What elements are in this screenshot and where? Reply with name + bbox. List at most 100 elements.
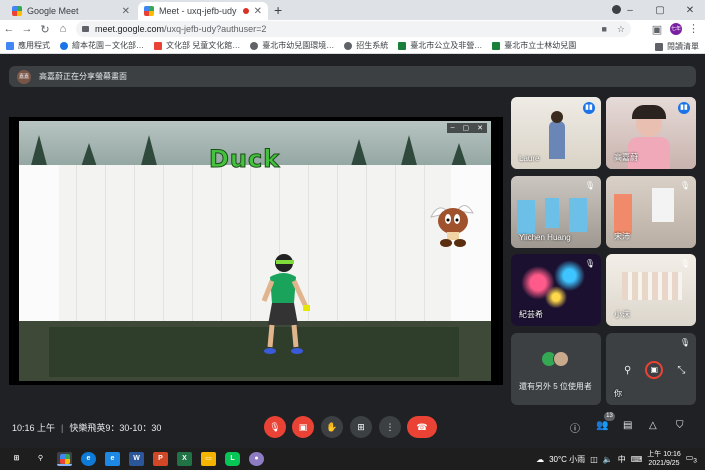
app-icon[interactable]: ● — [249, 452, 264, 466]
camera-toggle-button[interactable]: ▣ — [292, 416, 314, 438]
bookmark-item[interactable]: 招生系統 — [344, 40, 388, 51]
chrome-menu-icon[interactable]: ⋮ — [688, 22, 699, 35]
search-icon[interactable]: ⚲ — [33, 452, 48, 466]
ie-icon[interactable]: e — [105, 452, 120, 466]
globe-icon — [344, 41, 353, 50]
reading-list-button[interactable]: 閱讀清單 — [655, 41, 699, 52]
bookmark-item[interactable]: 臺北市立士林幼兒園 — [492, 40, 576, 51]
chat-icon[interactable]: ▤ — [623, 420, 632, 431]
new-tab-button[interactable]: + — [274, 2, 282, 18]
leave-call-button[interactable]: ☎ — [407, 416, 437, 438]
home-icon[interactable]: ⌂ — [54, 23, 72, 35]
word-icon[interactable]: W — [129, 452, 144, 466]
participant-tile[interactable]: 🎙 Yiichen Huang — [511, 176, 601, 248]
chrome-icon[interactable] — [57, 452, 72, 466]
raise-hand-button[interactable]: ✋ — [321, 416, 343, 438]
minimize-tile-icon[interactable]: ⤡ — [677, 365, 685, 376]
shared-video: Duck – ▢ ✕ — [19, 121, 491, 381]
clock-time: 上午 10:16 — [647, 451, 681, 458]
right-wall — [451, 165, 491, 345]
participant-name: 小沫 — [614, 310, 630, 319]
youtube-icon — [154, 41, 162, 50]
participant-name: 宋沛 — [614, 232, 630, 241]
bookmark-item[interactable]: 臺北市公立及非營… — [398, 40, 482, 51]
participant-tile[interactable]: 🎙 宋沛 — [606, 176, 696, 248]
tab-close-icon[interactable]: ✕ — [122, 6, 130, 17]
player-close-icon[interactable]: ✕ — [477, 124, 483, 132]
weather-text[interactable]: 30°C 小雨 — [549, 454, 585, 465]
people-icon[interactable]: 👥 — [596, 420, 608, 431]
site-favicon-icon — [492, 41, 501, 50]
mic-off-icon: 🎙 — [679, 338, 690, 347]
participant-tile[interactable]: ▮▮ 高嘉蔚 — [606, 97, 696, 169]
lock-icon[interactable] — [82, 26, 89, 32]
line-icon[interactable]: L — [225, 452, 240, 466]
clock[interactable]: 上午 10:16 2021/9/25 — [647, 450, 680, 468]
player-maximize-icon[interactable]: ▢ — [463, 124, 470, 132]
file-explorer-icon[interactable]: ▭ — [201, 452, 216, 466]
profile-avatar[interactable]: 七年 — [670, 23, 682, 35]
bookmark-label: 文化部 兒童文化館… — [166, 41, 241, 50]
meeting-controls-bar: 10:16 上午 | 快樂飛英9：30-10：30 🎙 ▣ ✋ ⊞ ⋮ ☎ ⓘ 👥 … — [0, 404, 705, 448]
participant-name: 你 — [614, 389, 622, 398]
self-tile[interactable]: 🎙 ⚲ ▣ ⤡ 你 — [606, 333, 696, 405]
network-icon[interactable]: ◫ — [590, 455, 598, 464]
bookmark-item[interactable]: 臺北市幼兒園環境… — [250, 40, 334, 51]
bookmark-item[interactable]: 文化部 兒童文化館… — [154, 40, 240, 51]
present-button[interactable]: ⊞ — [350, 416, 372, 438]
tab-title: Google Meet — [27, 6, 79, 16]
player-window-controls: – ▢ ✕ — [446, 123, 487, 133]
excel-icon[interactable]: X — [177, 452, 192, 466]
volume-icon[interactable]: 🔈 — [603, 455, 613, 464]
participant-tile[interactable]: ▮▮ Laure — [511, 97, 601, 169]
more-participants-tile[interactable]: 還有另外 5 位使用者 — [511, 333, 601, 405]
forward-icon[interactable]: → — [18, 23, 36, 35]
maximize-button[interactable]: ▢ — [645, 5, 675, 16]
keyboard-icon[interactable]: ⌨ — [631, 455, 643, 464]
edge-icon[interactable]: e — [81, 452, 96, 466]
goomba-character-icon — [430, 205, 474, 247]
mic-off-icon: 🎙 — [584, 259, 595, 268]
activities-icon[interactable]: △ — [649, 420, 657, 431]
more-options-button[interactable]: ⋮ — [379, 416, 401, 438]
weather-icon: ☁ — [536, 454, 545, 464]
address-bar[interactable]: meet.google.com /uxq-jefb-udy?authuser=2… — [76, 21, 631, 37]
camera-off-icon[interactable]: ▣ — [645, 361, 664, 379]
camera-in-use-icon[interactable]: ■ — [601, 24, 606, 35]
presenting-text: 高嘉蔚正在分享螢幕畫面 — [39, 72, 127, 81]
meeting-details-icon[interactable]: ⓘ — [570, 420, 580, 435]
windows-start-icon[interactable]: ⊞ — [9, 452, 24, 466]
participant-tile[interactable]: 🎙 小沫 — [606, 254, 696, 326]
notification-icon[interactable]: ▭3 — [686, 453, 697, 465]
player-minimize-icon[interactable]: – — [451, 124, 455, 132]
presentation-stage[interactable]: Duck – ▢ ✕ — [9, 117, 503, 385]
ime-indicator[interactable]: 中 — [618, 454, 626, 465]
meet-favicon-icon — [12, 6, 22, 16]
bookmark-star-icon[interactable]: ☆ — [617, 24, 625, 35]
pin-icon[interactable]: ⚲ — [624, 365, 631, 376]
tab-meet-call[interactable]: Meet - uxq-jefb-udy ✕ — [138, 2, 268, 20]
browser-toolbar: ← → ↻ ⌂ meet.google.com /uxq-jefb-udy?au… — [0, 20, 705, 38]
kid-dancing-figure — [261, 254, 310, 354]
tab-google-meet[interactable]: Google Meet ✕ — [6, 2, 136, 20]
meeting-name: 快樂飛英9：30-10：30 — [69, 423, 162, 433]
host-controls-icon[interactable]: ⛉ — [676, 420, 684, 431]
minimize-button[interactable]: – — [615, 5, 645, 16]
close-window-button[interactable]: ✕ — [675, 5, 705, 16]
tab-close-icon[interactable]: ✕ — [254, 6, 262, 17]
window-controls: – ▢ ✕ — [615, 0, 705, 20]
reload-icon[interactable]: ↻ — [36, 23, 54, 36]
clock-date: 2021/9/25 — [648, 460, 680, 467]
bookmark-item[interactable]: 繪本花園－文化部… — [60, 40, 144, 51]
tab-strip: Google Meet ✕ Meet - uxq-jefb-udy ✕ + – … — [0, 0, 705, 20]
bookmarks-bar: 應用程式 繪本花園－文化部… 文化部 兒童文化館… 臺北市幼兒園環境… 招生系統… — [0, 38, 705, 54]
camera-off-icon: ▣ — [298, 421, 308, 432]
mic-toggle-button[interactable]: 🎙 — [264, 416, 286, 438]
extensions-icon[interactable]: ▣ — [648, 23, 666, 36]
powerpoint-icon[interactable]: P — [153, 452, 168, 466]
bookmark-apps[interactable]: 應用程式 — [6, 40, 50, 51]
presenting-banner: 嘉嘉 高嘉蔚正在分享螢幕畫面 — [9, 66, 696, 87]
bookmark-label: 臺北市幼兒園環境… — [262, 41, 335, 50]
back-icon[interactable]: ← — [0, 23, 18, 35]
participant-tile[interactable]: 🎙 紀芸希 — [511, 254, 601, 326]
